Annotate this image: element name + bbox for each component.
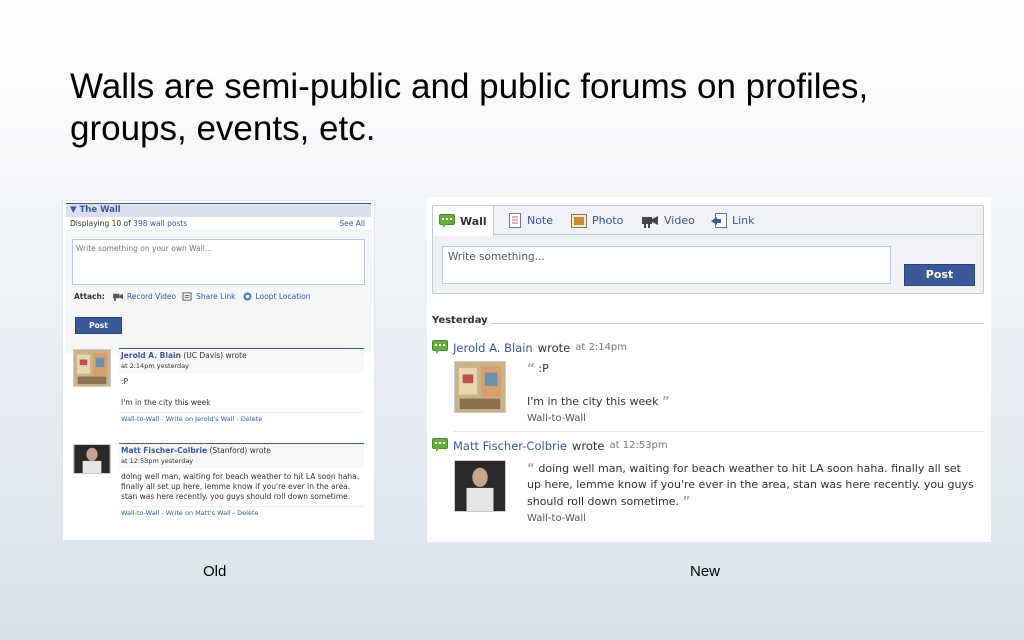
open-quote-icon: “ [527,461,535,475]
photo-icon [571,213,587,228]
post-line: :P [121,377,129,386]
old-wall-textarea[interactable]: Write something on your own Wall... [72,239,365,285]
share-link-label: Share Link [196,292,236,301]
tab-photo[interactable]: Photo [565,206,629,235]
post-button[interactable]: Post [904,264,975,286]
story-verb: wrote [537,340,571,355]
wall-to-wall-link[interactable]: Wall-to-Wall [527,413,586,424]
old-attach-row: Attach: Record Video Share Link Loopt Lo… [74,292,311,301]
section-label-yesterday: Yesterday [432,315,488,326]
post-action-links[interactable]: Wall-to-Wall - Write on Jerold's Wall - … [119,412,364,425]
story-time[interactable]: at 12:53pm [610,440,668,451]
tab-note-label: Note [527,214,554,227]
tab-video-label: Video [664,214,695,227]
author-affiliation: (UC Davis) wrote [180,351,247,360]
avatar[interactable] [73,444,111,474]
author-name-link[interactable]: Matt Fischer-Colbrie [121,446,207,455]
story-line: :P [538,362,549,375]
tab-wall[interactable]: Wall [433,206,494,236]
share-link-link[interactable]: Share Link [182,292,236,301]
old-wall-header[interactable]: ▼ The Wall [66,203,371,217]
old-post-body: Matt Fischer-Colbrie (Stanford) wrote at… [119,443,364,519]
story-time[interactable]: at 2:14pm [575,342,627,353]
story-message: “ :P I'm in the city this week ” [527,360,977,410]
wall-post-icon [432,438,448,452]
tab-link[interactable]: Link [705,206,761,235]
tab-wall-label: Wall [460,214,487,228]
avatar[interactable] [454,361,506,413]
loopt-location-link[interactable]: Loopt Location [242,292,311,301]
wall-to-wall-link[interactable]: Wall-to-Wall [527,513,586,524]
video-camera-icon [112,293,123,301]
story-line: doing well man, waiting for beach weathe… [527,462,974,508]
wall-speech-icon [439,213,455,228]
open-quote-icon: “ [527,361,535,375]
story-divider [454,431,984,432]
story-header: Matt Fischer-Colbrie wrote at 12:53pm [432,438,668,453]
wall-story: Matt Fischer-Colbrie wrote at 12:53pm “ … [432,438,984,533]
old-post-body: Jerold A. Blain (UC Davis) wrote at 2:14… [119,348,364,425]
tab-note[interactable]: Note [503,206,559,235]
old-wall-count-text: Displaying 10 of [70,219,134,228]
old-post-button[interactable]: Post [75,317,122,334]
story-message: “ doing well man, waiting for beach weat… [527,460,977,510]
close-quote-icon: ” [682,494,691,508]
old-wall-count: Displaying 10 of 398 wall posts See All [66,217,371,231]
old-post-header: Jerold A. Blain (UC Davis) wrote at 2:14… [119,348,364,373]
video-camera-icon [642,215,658,228]
record-video-label: Record Video [126,292,177,301]
post-action-links[interactable]: Wall-to-Wall - Write on Matt's Wall - De… [119,506,364,519]
tab-photo-label: Photo [592,214,624,227]
post-message: :P I'm in the city this week [119,373,364,412]
section-divider [491,323,984,324]
note-icon [509,213,521,228]
link-icon [711,213,727,228]
post-message: doing well man, waiting for beach weathe… [121,472,360,501]
slide-title: Walls are semi-public and public forums … [70,67,869,148]
new-wall-panel: Wall Note Photo Video Link Write somethi… [427,197,991,542]
loopt-location-label: Loopt Location [255,292,311,301]
avatar[interactable] [454,460,506,512]
caption-old: Old [203,563,227,580]
tab-video[interactable]: Video [636,206,701,235]
post-time: at 2:14pm yesterday [121,362,190,370]
attach-label: Attach: [74,292,105,301]
author-name-link[interactable]: Jerold A. Blain [453,341,533,355]
post-time: at 12:53pm yesterday [121,457,194,465]
author-affiliation: (Stanford) wrote [207,446,271,455]
story-header: Jerold A. Blain wrote at 2:14pm [432,340,627,355]
tab-link-label: Link [732,214,755,227]
caption-new: New [690,563,721,580]
old-post-header: Matt Fischer-Colbrie (Stanford) wrote at… [119,443,364,468]
wall-posts-link[interactable]: 398 wall posts [133,219,187,228]
story-line: I'm in the city this week [527,395,659,408]
avatar[interactable] [73,349,111,387]
publisher-tabs: Wall Note Photo Video Link [433,206,983,236]
author-name-link[interactable]: Jerold A. Blain [121,351,181,360]
write-something-input[interactable]: Write something... [442,246,891,284]
story-verb: wrote [572,438,605,453]
old-compose-area: Write something on your own Wall... Atta… [66,231,371,353]
post-line: I'm in the city this week [121,398,211,407]
publisher: Wall Note Photo Video Link Write somethi… [432,205,984,294]
see-all-link[interactable]: See All [339,217,365,231]
author-name-link[interactable]: Matt Fischer-Colbrie [453,439,567,453]
share-link-icon [182,292,192,301]
location-icon [242,292,252,301]
close-quote-icon: ” [661,394,670,408]
wall-story: Jerold A. Blain wrote at 2:14pm “ :P I'm… [432,340,984,432]
record-video-link[interactable]: Record Video [112,292,177,301]
wall-post-icon [432,340,448,354]
old-wall-panel: ▼ The Wall Displaying 10 of 398 wall pos… [62,200,375,541]
